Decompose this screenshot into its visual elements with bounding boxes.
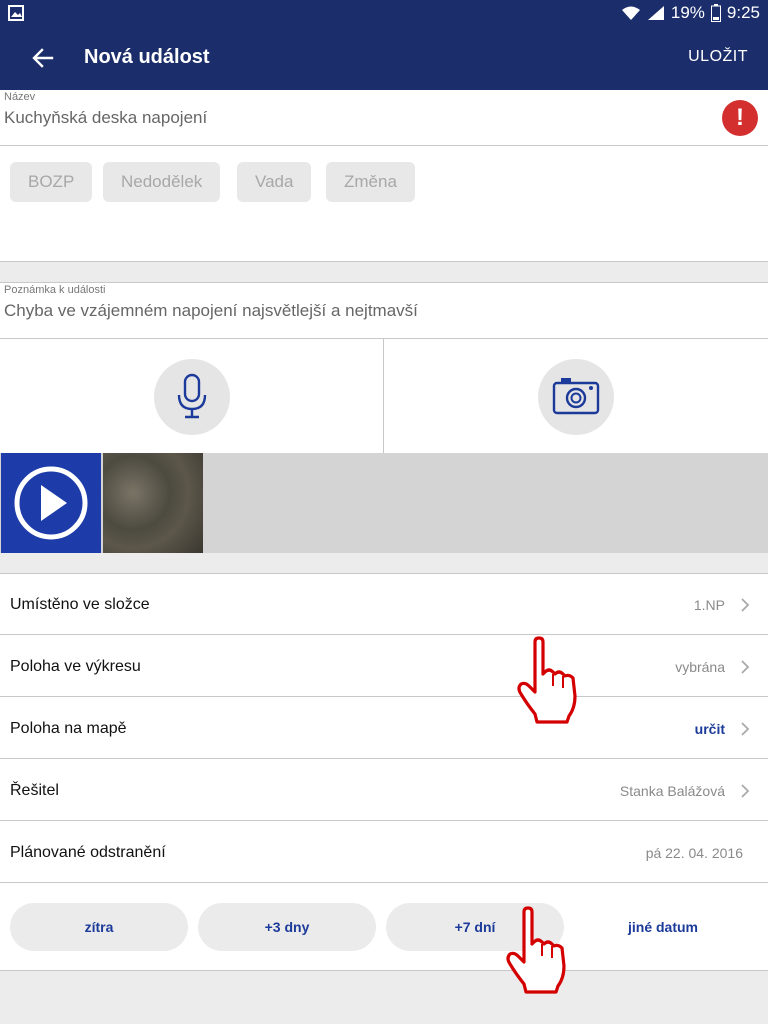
date-option-tomorrow[interactable]: zítra — [10, 903, 188, 951]
pointing-hand-icon — [506, 906, 566, 994]
video-attachment[interactable] — [1, 453, 101, 553]
chevron-right-icon — [741, 598, 750, 612]
battery-icon — [710, 4, 721, 22]
alert-icon: ! — [722, 100, 758, 136]
date-option-other[interactable]: jiné datum — [574, 903, 752, 951]
divider — [0, 882, 768, 883]
row-drawing-value: vybrána — [675, 659, 725, 675]
note-field-label: Poznámka k události — [4, 284, 106, 296]
category-chip-zmena[interactable]: Změna — [326, 162, 415, 202]
row-assignee-label: Řešitel — [10, 782, 59, 799]
divider — [0, 970, 768, 971]
gallery-notification-icon — [8, 5, 24, 21]
photo-attachment[interactable] — [103, 453, 203, 553]
page-title: Nová událost — [84, 46, 210, 68]
row-planned-value: pá 22. 04. 2016 — [645, 845, 743, 861]
name-field-label: Název — [4, 91, 36, 103]
row-drawing-label: Poloha ve výkresu — [10, 658, 141, 675]
row-planned-label: Plánované odstranění — [10, 844, 166, 861]
note-input[interactable]: Chyba ve vzájemném napojení najsvětlejší… — [4, 301, 418, 321]
divider — [0, 261, 768, 262]
app-bar: Nová událost ULOŽIT — [0, 26, 768, 90]
microphone-icon — [177, 373, 207, 419]
take-photo-button[interactable] — [538, 359, 614, 435]
row-map-value: určit — [694, 721, 725, 737]
row-assignee-value: Stanka Balážová — [619, 783, 725, 799]
media-divider — [383, 339, 384, 453]
row-map-label: Poloha na mapě — [10, 720, 127, 737]
media-section — [0, 339, 768, 453]
category-chip-nedodelek[interactable]: Nedodělek — [103, 162, 221, 202]
signal-icon — [647, 6, 664, 20]
category-chip-bozp[interactable]: BOZP — [10, 162, 93, 202]
battery-percent: 19% — [670, 3, 705, 22]
status-bar: 19% 9:25 — [0, 0, 768, 26]
save-button[interactable]: ULOŽIT — [688, 48, 748, 66]
chevron-right-icon — [741, 722, 750, 736]
clock: 9:25 — [726, 3, 760, 22]
record-audio-button[interactable] — [154, 359, 230, 435]
category-chip-vada[interactable]: Vada — [237, 162, 312, 202]
play-icon — [14, 466, 88, 540]
date-option-3-days[interactable]: +3 dny — [198, 903, 376, 951]
pointing-hand-icon — [517, 636, 577, 724]
chevron-right-icon — [741, 660, 750, 674]
status-right: 19% 9:25 — [621, 3, 760, 23]
row-folder-value: 1.NP — [693, 597, 725, 613]
name-input[interactable]: Kuchyňská deska napojení — [4, 108, 207, 128]
back-arrow-icon[interactable] — [28, 44, 58, 72]
wifi-icon — [621, 6, 640, 20]
chevron-right-icon — [741, 784, 750, 798]
camera-icon — [552, 378, 600, 415]
row-folder-label: Umístěno ve složce — [10, 596, 150, 613]
